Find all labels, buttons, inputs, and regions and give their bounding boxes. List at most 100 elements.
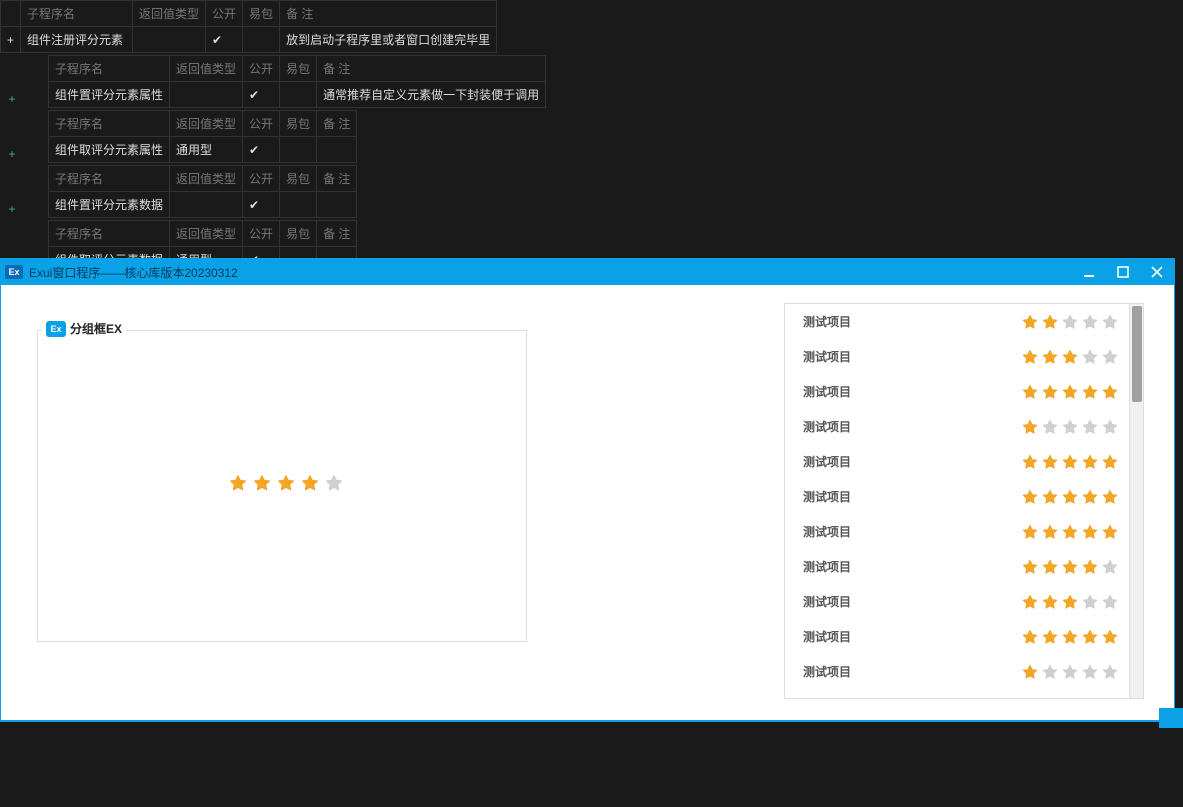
list-item-rating[interactable] — [1021, 383, 1119, 401]
list-item[interactable]: 测试项目 — [785, 339, 1129, 374]
table-row[interactable]: 组件置评分元素数据✔ — [49, 192, 357, 218]
list-item-rating[interactable] — [1021, 628, 1119, 646]
star-icon[interactable] — [276, 473, 296, 493]
star-icon[interactable] — [1101, 383, 1119, 401]
list-item-rating[interactable] — [1021, 523, 1119, 541]
return-type-cell[interactable] — [133, 27, 206, 53]
star-icon[interactable] — [324, 473, 344, 493]
list-item[interactable]: 测试项目 — [785, 549, 1129, 584]
table-row[interactable]: 组件取评分元素属性通用型✔ — [49, 137, 357, 163]
star-icon[interactable] — [1041, 348, 1059, 366]
list-item-rating[interactable] — [1021, 488, 1119, 506]
star-icon[interactable] — [300, 473, 320, 493]
list-item[interactable]: 测试项目 — [785, 374, 1129, 409]
maximize-button[interactable] — [1106, 259, 1140, 285]
star-icon[interactable] — [1081, 383, 1099, 401]
expand-icon[interactable]: + — [1, 27, 21, 53]
star-icon[interactable] — [1081, 663, 1099, 681]
star-icon[interactable] — [1041, 663, 1059, 681]
star-icon[interactable] — [1081, 628, 1099, 646]
remark-cell[interactable]: 放到启动子程序里或者窗口创建完毕里 — [280, 27, 497, 53]
star-icon[interactable] — [1061, 383, 1079, 401]
list-item[interactable]: 测试项目 — [785, 304, 1129, 339]
remark-cell[interactable] — [317, 137, 357, 163]
subroutine-name[interactable]: 组件取评分元素属性 — [49, 137, 170, 163]
star-icon[interactable] — [1081, 453, 1099, 471]
star-icon[interactable] — [1101, 523, 1119, 541]
star-icon[interactable] — [1101, 418, 1119, 436]
list-item-rating[interactable] — [1021, 663, 1119, 681]
easypack-cell[interactable] — [280, 82, 317, 108]
window-titlebar[interactable]: Ex Exui窗口程序——核心库版本20230312 — [1, 259, 1174, 285]
star-icon[interactable] — [1041, 593, 1059, 611]
public-checkbox[interactable]: ✔ — [243, 137, 280, 163]
list-item[interactable]: 测试项目 — [785, 514, 1129, 549]
star-icon[interactable] — [1021, 663, 1039, 681]
star-icon[interactable] — [228, 473, 248, 493]
star-icon[interactable] — [1021, 558, 1039, 576]
close-button[interactable] — [1140, 259, 1174, 285]
subroutine-name[interactable]: 组件置评分元素属性 — [49, 82, 170, 108]
star-icon[interactable] — [1041, 558, 1059, 576]
scrollbar-thumb[interactable] — [1132, 306, 1142, 402]
table-row[interactable]: +组件注册评分元素 ✔ 放到启动子程序里或者窗口创建完毕里 — [1, 27, 497, 53]
expand-icon[interactable]: + — [0, 143, 24, 165]
easypack-cell[interactable] — [280, 192, 317, 218]
star-icon[interactable] — [1021, 628, 1039, 646]
subroutine-name[interactable]: 组件注册评分元素 — [21, 27, 133, 53]
rating-list[interactable]: 测试项目测试项目测试项目测试项目测试项目测试项目测试项目测试项目测试项目测试项目… — [785, 304, 1129, 698]
star-icon[interactable] — [1081, 593, 1099, 611]
list-item[interactable]: 测试项目 — [785, 479, 1129, 514]
star-icon[interactable] — [1061, 523, 1079, 541]
star-icon[interactable] — [1101, 453, 1119, 471]
table-row[interactable]: 组件置评分元素属性 ✔ 通常推荐自定义元素做一下封装便于调用 — [49, 82, 546, 108]
easypack-cell[interactable] — [280, 137, 317, 163]
minimize-button[interactable] — [1072, 259, 1106, 285]
star-icon[interactable] — [1061, 453, 1079, 471]
list-item-rating[interactable] — [1021, 418, 1119, 436]
public-checkbox[interactable]: ✔ — [243, 192, 280, 218]
star-icon[interactable] — [1101, 313, 1119, 331]
star-icon[interactable] — [1021, 453, 1039, 471]
star-icon[interactable] — [1101, 558, 1119, 576]
public-checkbox[interactable]: ✔ — [243, 82, 280, 108]
return-type-cell[interactable] — [170, 192, 243, 218]
expand-icon[interactable]: + — [0, 198, 24, 220]
star-icon[interactable] — [1061, 488, 1079, 506]
groupbox-rating[interactable] — [228, 473, 344, 493]
star-icon[interactable] — [1021, 593, 1039, 611]
star-icon[interactable] — [1021, 418, 1039, 436]
star-icon[interactable] — [1101, 488, 1119, 506]
list-item-rating[interactable] — [1021, 313, 1119, 331]
return-type-cell[interactable] — [170, 82, 243, 108]
star-icon[interactable] — [1021, 488, 1039, 506]
star-icon[interactable] — [1101, 348, 1119, 366]
star-icon[interactable] — [1041, 418, 1059, 436]
list-item[interactable]: 测试项目 — [785, 654, 1129, 689]
star-icon[interactable] — [1081, 348, 1099, 366]
star-icon[interactable] — [1061, 313, 1079, 331]
list-item[interactable]: 测试项目 — [785, 584, 1129, 619]
remark-cell[interactable] — [317, 192, 357, 218]
star-icon[interactable] — [1061, 628, 1079, 646]
star-icon[interactable] — [1081, 523, 1099, 541]
star-icon[interactable] — [1041, 488, 1059, 506]
star-icon[interactable] — [1061, 593, 1079, 611]
list-item[interactable]: 测试项目 — [785, 619, 1129, 654]
star-icon[interactable] — [1101, 663, 1119, 681]
star-icon[interactable] — [1021, 523, 1039, 541]
star-icon[interactable] — [1061, 418, 1079, 436]
star-icon[interactable] — [1081, 313, 1099, 331]
list-item-rating[interactable] — [1021, 453, 1119, 471]
public-checkbox[interactable]: ✔ — [206, 27, 243, 53]
star-icon[interactable] — [1041, 453, 1059, 471]
star-icon[interactable] — [1041, 313, 1059, 331]
list-scrollbar[interactable] — [1129, 304, 1143, 698]
star-icon[interactable] — [1041, 523, 1059, 541]
star-icon[interactable] — [1061, 663, 1079, 681]
list-item-rating[interactable] — [1021, 558, 1119, 576]
star-icon[interactable] — [1021, 383, 1039, 401]
remark-cell[interactable]: 通常推荐自定义元素做一下封装便于调用 — [317, 82, 546, 108]
star-icon[interactable] — [1021, 313, 1039, 331]
list-item-rating[interactable] — [1021, 593, 1119, 611]
